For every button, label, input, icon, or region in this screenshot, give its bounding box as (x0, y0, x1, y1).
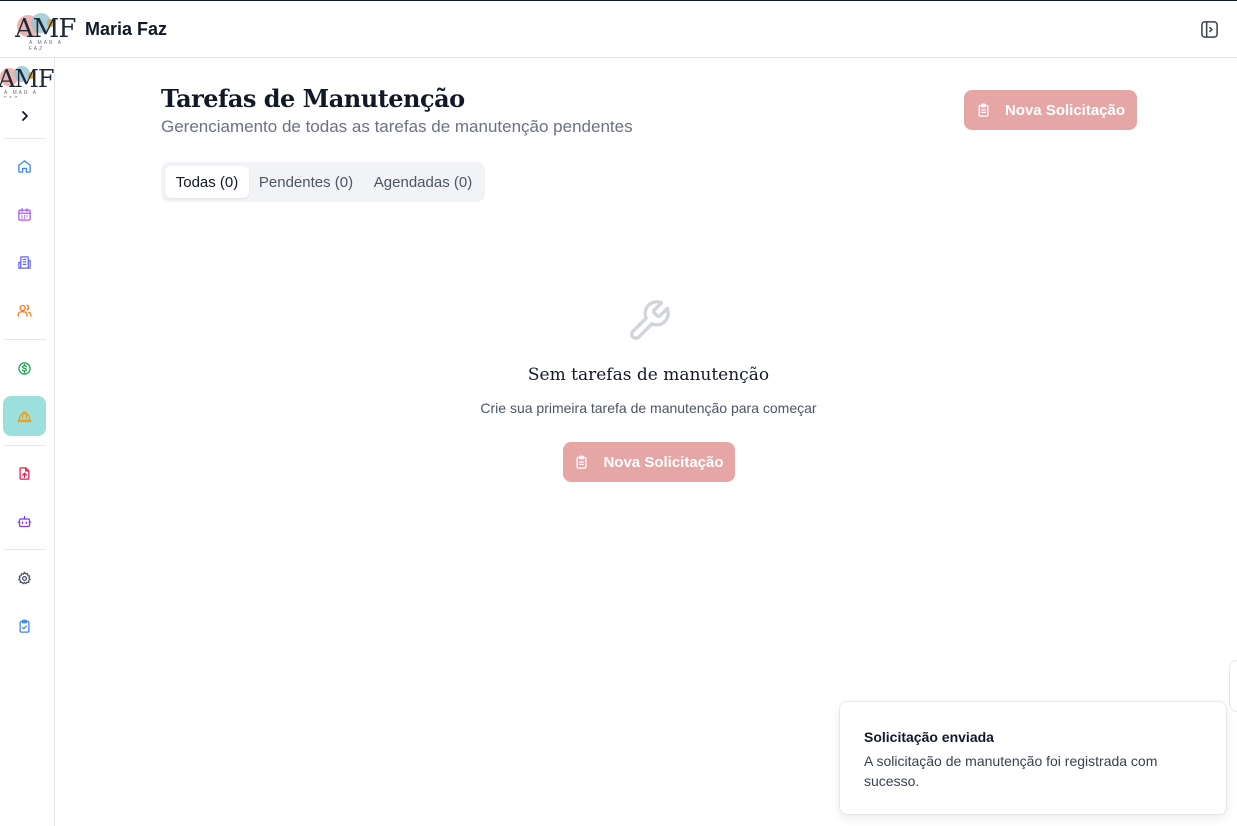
sidebar-item-settings[interactable] (3, 558, 46, 598)
sidebar-divider (4, 549, 46, 550)
sidebar-item-assistant[interactable] (3, 501, 46, 541)
clipboard-icon (576, 455, 587, 469)
sidebar-divider (4, 445, 46, 446)
sidebar-item-documents[interactable] (3, 453, 46, 493)
page-title: Tarefas de Manutenção (161, 84, 465, 113)
sidebar-item-maintenance[interactable] (3, 396, 46, 436)
empty-state-icon-wrap (626, 298, 672, 344)
sidebar-logo-subtext: A MAR A FAZ (4, 90, 38, 98)
empty-state-description: Crie sua primeira tarefa de manutenção p… (480, 400, 817, 416)
clipboard-check-icon (19, 619, 30, 633)
new-request-label: Nova Solicitação (1004, 101, 1126, 119)
chevron-right-icon (22, 111, 28, 121)
toast-notification[interactable]: Solicitação enviada A solicitação de man… (839, 701, 1227, 815)
sidebar-item-properties[interactable] (3, 242, 46, 282)
bot-icon (17, 515, 32, 527)
page-subtitle: Gerenciamento de todas as tarefas de man… (161, 117, 633, 136)
dollar-circle-icon (18, 361, 31, 375)
tab-all[interactable]: Todas (0) (165, 166, 249, 198)
sidebar-logo[interactable]: AMF A MAR A FAZ (0, 64, 54, 98)
sidebar: AMF A MAR A FAZ (0, 58, 55, 826)
task-tabs: Todas (0) Pendentes (0) Agendadas (0) (161, 162, 485, 202)
sidebar-item-home[interactable] (3, 146, 46, 186)
file-upload-icon (19, 466, 30, 480)
sidebar-toggle-button[interactable] (1200, 20, 1219, 39)
gear-icon (18, 571, 31, 584)
empty-state-title: Sem tarefas de manutenção (527, 365, 770, 385)
sidebar-item-finance[interactable] (3, 348, 46, 388)
top-bar: AMF A MAR A FAZ Maria Faz (0, 0, 1237, 58)
sidebar-item-owners[interactable] (3, 290, 46, 330)
building-icon (18, 255, 31, 269)
sidebar-logo-mark: AMF (0, 65, 54, 93)
new-request-button[interactable]: Nova Solicitação (964, 90, 1137, 130)
toast-title: Solicitação enviada (864, 729, 994, 745)
sidebar-expand-button[interactable] (17, 108, 33, 124)
hard-hat-icon (17, 411, 32, 422)
home-icon (18, 159, 31, 173)
calendar-icon (18, 207, 31, 221)
clipboard-icon (978, 103, 989, 117)
sidebar-divider (4, 339, 46, 340)
wrench-icon (630, 300, 670, 340)
tab-scheduled[interactable]: Agendadas (0) (365, 166, 481, 198)
panel-right-icon (1201, 21, 1218, 38)
tab-pending[interactable]: Pendentes (0) (253, 166, 359, 198)
app-logo[interactable]: AMF A MAR A FAZ (13, 13, 76, 52)
new-request-empty-label: Nova Solicitação (603, 453, 724, 471)
sidebar-divider (4, 138, 46, 139)
toast-message: A solicitação de manutenção foi registra… (864, 753, 1158, 789)
app-name: Maria Faz (85, 19, 168, 39)
sidebar-item-calendar[interactable] (3, 194, 46, 234)
users-icon (17, 304, 32, 317)
new-request-button-empty[interactable]: Nova Solicitação (563, 442, 735, 482)
sidebar-item-tasks[interactable] (3, 606, 46, 646)
side-drawer-handle[interactable] (1229, 660, 1237, 712)
logo-subtext: A MAR A FAZ (29, 40, 63, 52)
